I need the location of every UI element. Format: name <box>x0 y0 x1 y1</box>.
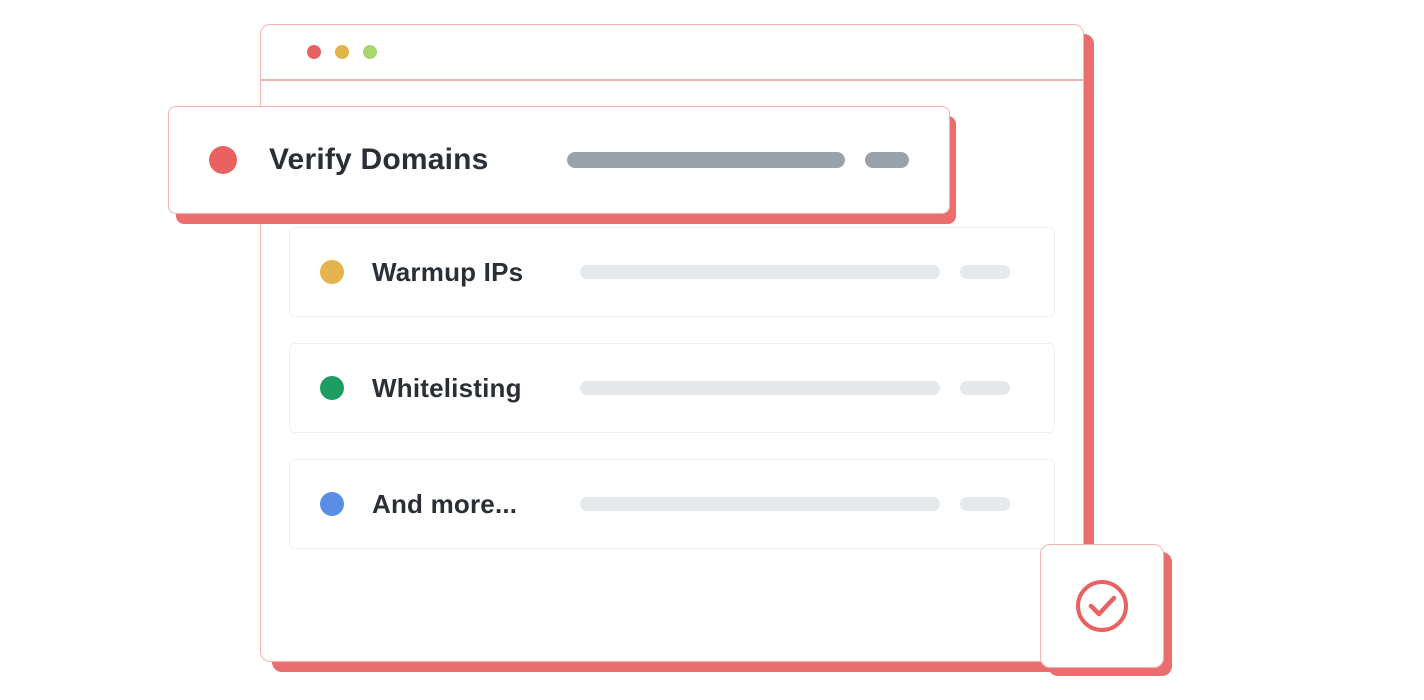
item-title: And more... <box>372 489 572 520</box>
placeholder-bar <box>580 381 940 395</box>
item-title: Verify Domains <box>269 143 559 177</box>
traffic-light-zoom-icon <box>363 45 377 59</box>
checklist: Warmup IPs Whitelisting And more... <box>289 227 1055 549</box>
traffic-lights <box>307 45 377 59</box>
status-dot-icon <box>320 260 344 284</box>
checklist-item-and-more[interactable]: And more... <box>289 459 1055 549</box>
checklist-item-verify-domains[interactable]: Verify Domains <box>168 106 950 214</box>
placeholder-bar-short <box>960 381 1010 395</box>
checklist-item-warmup-ips[interactable]: Warmup IPs <box>289 227 1055 317</box>
placeholder-bar <box>580 265 940 279</box>
placeholder-bar <box>580 497 940 511</box>
traffic-light-minimize-icon <box>335 45 349 59</box>
check-tile[interactable] <box>1040 544 1164 668</box>
traffic-light-close-icon <box>307 45 321 59</box>
placeholder-bar-short <box>960 497 1010 511</box>
status-dot-icon <box>209 146 237 174</box>
item-title: Warmup IPs <box>372 257 572 288</box>
item-title: Whitelisting <box>372 373 572 404</box>
checklist-item-whitelisting[interactable]: Whitelisting <box>289 343 1055 433</box>
status-dot-icon <box>320 376 344 400</box>
placeholder-bar-short <box>865 152 909 168</box>
placeholder-bar-short <box>960 265 1010 279</box>
placeholder-bar <box>567 152 845 168</box>
toolbar-divider <box>261 79 1083 81</box>
check-circle-icon <box>1072 576 1132 636</box>
status-dot-icon <box>320 492 344 516</box>
